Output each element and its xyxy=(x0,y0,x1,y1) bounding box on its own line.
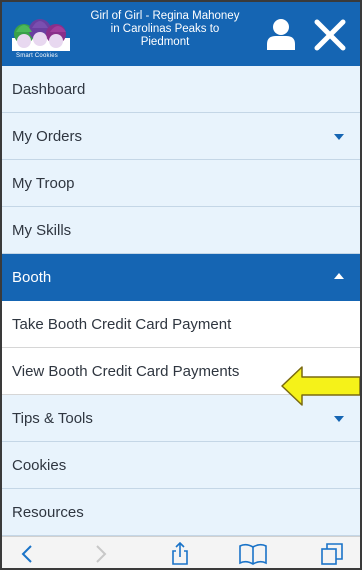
menu-item-resources[interactable]: Resources xyxy=(2,489,360,536)
menu-item-booth[interactable]: Booth xyxy=(2,254,360,301)
menu-item-label: Cookies xyxy=(12,456,67,474)
menu-item-label: Dashboard xyxy=(12,80,86,98)
submenu-item-label: View Booth Credit Card Payments xyxy=(12,362,240,380)
menu-item-label: Booth xyxy=(12,268,52,286)
menu-item-my-skills[interactable]: My Skills xyxy=(2,207,360,254)
nav-menu: Dashboard My Orders My Troop My Skills B… xyxy=(2,66,360,536)
menu-item-label: My Troop xyxy=(12,174,75,192)
logo-text: Smart Cookies xyxy=(16,53,58,59)
menu-item-cookies[interactable]: Cookies xyxy=(2,442,360,489)
menu-item-label: My Orders xyxy=(12,127,83,145)
header-title: Girl of Girl - Regina Mahoney in Carolin… xyxy=(90,10,240,48)
user-icon[interactable] xyxy=(264,18,298,50)
menu-item-label: Tips & Tools xyxy=(12,409,93,427)
tabs-icon[interactable] xyxy=(320,542,344,566)
arrow-left-icon xyxy=(280,365,360,407)
bookmarks-icon[interactable] xyxy=(238,542,268,566)
app-header: Smart Cookies Girl of Girl - Regina Maho… xyxy=(2,2,360,66)
chevron-down-icon[interactable] xyxy=(334,416,344,422)
chevron-up-icon[interactable] xyxy=(334,273,344,279)
menu-item-label: Resources xyxy=(12,503,84,521)
close-icon[interactable] xyxy=(312,17,348,53)
menu-item-my-troop[interactable]: My Troop xyxy=(2,160,360,207)
share-icon[interactable] xyxy=(168,541,192,566)
menu-item-label: My Skills xyxy=(12,221,72,239)
back-icon[interactable] xyxy=(16,542,40,566)
menu-item-dashboard[interactable]: Dashboard xyxy=(2,66,360,113)
smart-cookies-logo[interactable]: Smart Cookies xyxy=(10,8,72,60)
app-frame: Smart Cookies Girl of Girl - Regina Maho… xyxy=(0,0,362,570)
browser-toolbar xyxy=(2,536,360,568)
forward-icon[interactable] xyxy=(88,542,112,566)
chevron-down-icon[interactable] xyxy=(334,134,344,140)
submenu-item-label: Take Booth Credit Card Payment xyxy=(12,315,232,333)
submenu-item-take-booth-credit-card-payment[interactable]: Take Booth Credit Card Payment xyxy=(2,301,360,348)
menu-item-my-orders[interactable]: My Orders xyxy=(2,113,360,160)
